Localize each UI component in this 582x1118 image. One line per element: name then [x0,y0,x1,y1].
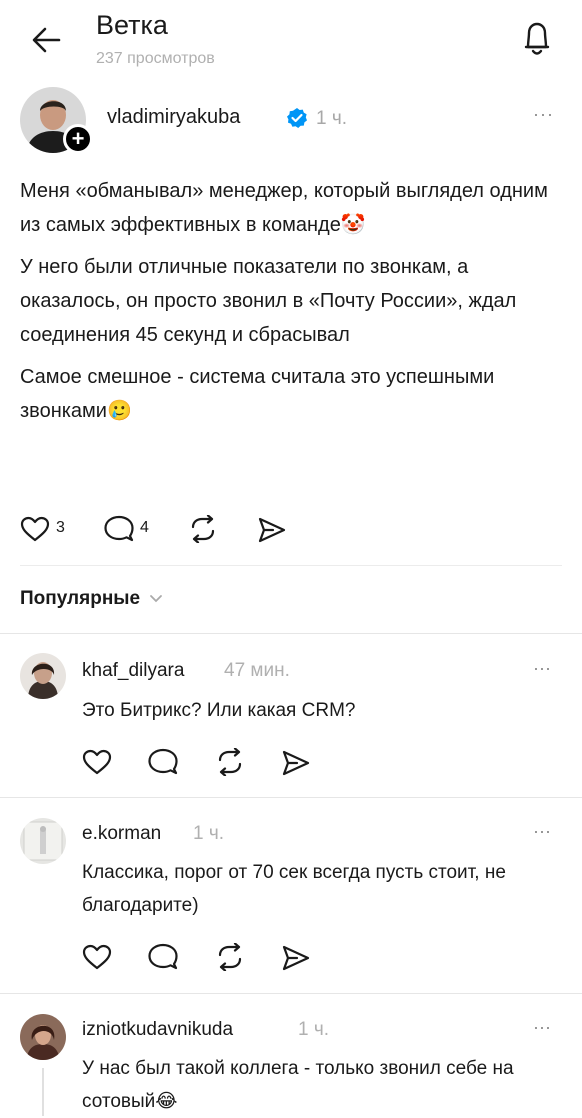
view-count: 237 просмотров [96,50,215,67]
share-icon[interactable] [282,945,310,971]
divider [20,565,562,566]
post-more-icon[interactable]: ··· [533,104,554,125]
page-title: Ветка [96,10,168,40]
repost-icon[interactable] [215,748,245,776]
reply-icon[interactable] [148,943,178,971]
like-count: 3 [56,519,65,536]
thread-line [42,1068,44,1116]
repost-icon[interactable] [215,943,245,971]
verified-badge-icon [286,107,308,129]
post-paragraph: У него были отличные показатели по звонк… [20,256,517,346]
post-paragraph: Самое смешное - система считала это успе… [20,366,495,422]
back-arrow-icon[interactable] [30,25,62,55]
sort-label: Популярные [20,588,141,610]
repost-icon[interactable] [188,515,218,543]
like-icon[interactable] [82,944,112,970]
comment-author[interactable]: e.korman [82,823,161,845]
clown-emoji: 🤡 [340,214,366,236]
follow-plus-badge[interactable]: + [63,124,93,154]
comment-time: 1 ч. [193,823,225,844]
like-icon[interactable] [82,749,112,775]
comment-text: У нас был такой коллега - только звонил … [82,1058,514,1112]
sort-dropdown[interactable]: Популярные [20,588,163,610]
reply-count: 4 [140,519,149,536]
share-icon[interactable] [282,750,310,776]
share-icon[interactable] [258,517,286,543]
comment-time: 1 ч. [298,1019,330,1040]
post-author[interactable]: vladimiryakuba [107,106,240,129]
comment-time: 47 мин. [224,660,290,681]
comment-author[interactable]: khaf_dilyara [82,660,184,682]
chevron-down-icon [149,588,163,610]
smile-tear-emoji: 🥲 [106,400,132,422]
divider [0,797,582,798]
like-icon[interactable] [20,516,50,542]
avatar[interactable] [20,818,66,864]
divider [0,633,582,634]
comment-more-icon[interactable]: ··· [533,1017,551,1038]
comment-text: Классика, порог от 70 сек всегда пусть с… [82,862,506,916]
laughing-tears-emoji: 😂 [155,1091,178,1112]
post-paragraph: Меня «обманывал» менеджер, который выгля… [20,180,548,236]
post-body: Меня «обманывал» менеджер, который выгля… [20,174,560,428]
comment-text: Это Битрикс? Или какая CRM? [82,700,356,721]
comment-author[interactable]: izniotkudavnikuda [82,1019,233,1041]
reply-icon[interactable] [148,748,178,776]
comment-more-icon[interactable]: ··· [533,821,551,842]
avatar[interactable] [20,653,66,699]
divider [0,993,582,994]
reply-icon[interactable] [104,515,134,543]
avatar[interactable] [20,1014,66,1060]
comment-more-icon[interactable]: ··· [533,658,551,679]
post-time: 1 ч. [316,108,348,129]
bell-icon[interactable] [521,20,553,58]
